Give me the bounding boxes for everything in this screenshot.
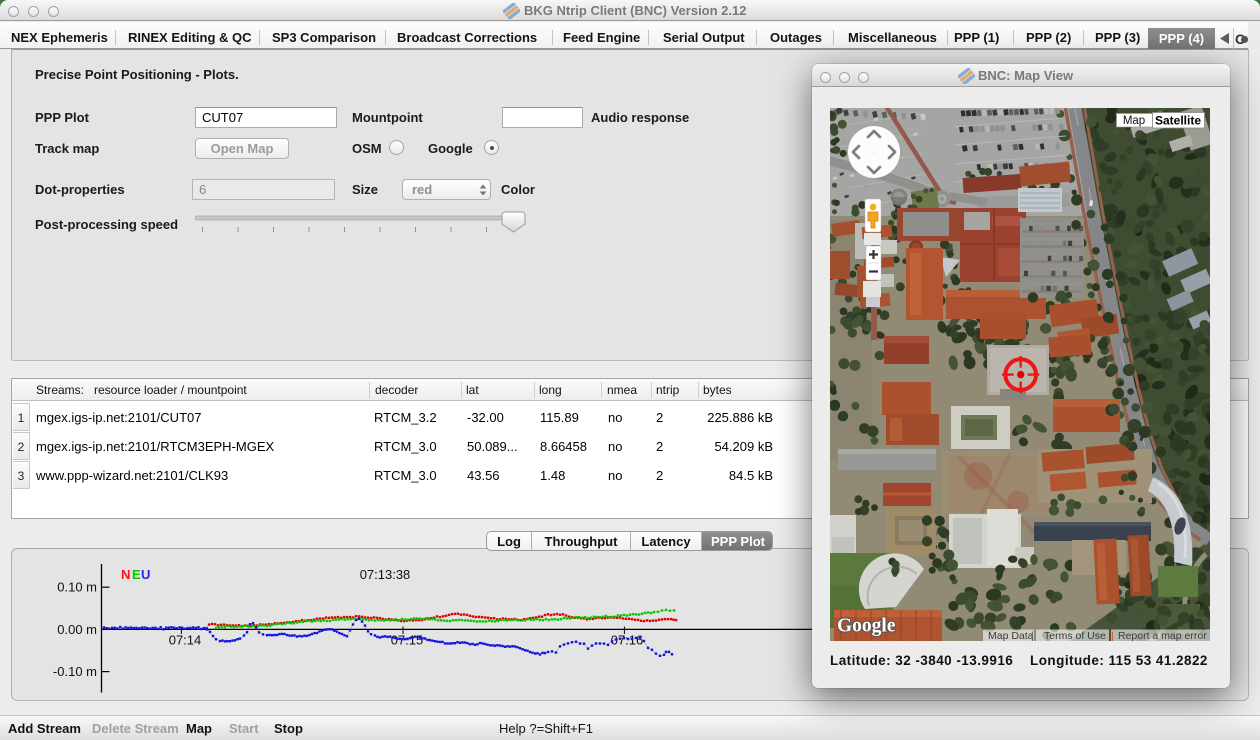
svg-text:07:13:38: 07:13:38	[360, 567, 411, 582]
svg-text:U: U	[141, 567, 150, 582]
svg-text:|: |	[1031, 630, 1034, 641]
svg-text:07:14: 07:14	[169, 633, 202, 648]
svg-text:Report a map error: Report a map error	[1118, 630, 1207, 641]
svg-text:|: |	[1111, 630, 1114, 641]
svg-text:Satellite: Satellite	[1155, 114, 1201, 128]
svg-text:-0.10 m: -0.10 m	[53, 664, 97, 679]
svg-text:Map: Map	[1123, 115, 1145, 127]
svg-text:N: N	[121, 567, 130, 582]
svg-text:Terms of Use: Terms of Use	[1044, 630, 1106, 641]
svg-text:0.10 m: 0.10 m	[57, 580, 97, 595]
svg-text:E: E	[132, 567, 141, 582]
svg-text:0.00 m: 0.00 m	[57, 622, 97, 637]
svg-text:Google: Google	[837, 616, 896, 637]
svg-text:Map Data: Map Data	[988, 630, 1034, 641]
